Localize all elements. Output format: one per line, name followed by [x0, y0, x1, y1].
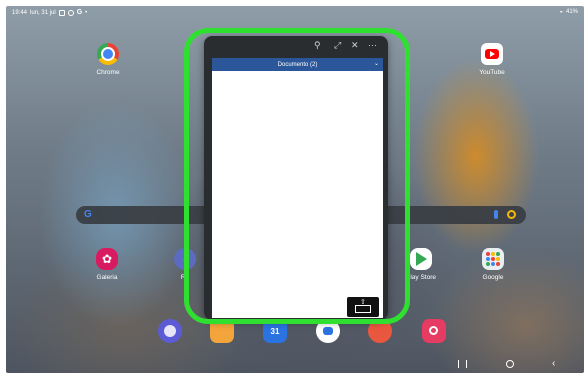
floating-document-window[interactable]: ⚲ ⤢ ✕ ⋯ Documento (2) ⌄ — [204, 36, 388, 320]
app-playstore-label: Play Store — [406, 274, 436, 281]
app-galeria-label: Galeria — [96, 274, 118, 281]
document-title-bar[interactable]: Documento (2) ⌄ — [212, 58, 383, 71]
status-right: ◒ 41% — [559, 9, 578, 15]
keyboard-toggle-button[interactable]: ⇧ — [347, 297, 379, 317]
pin-icon[interactable]: ⚲ — [314, 40, 321, 51]
dock-phone[interactable] — [368, 319, 392, 343]
calendar-day: 31 — [270, 326, 280, 336]
app-playstore[interactable]: Play Store — [399, 248, 443, 281]
close-icon[interactable]: ✕ — [351, 40, 359, 51]
chrome-icon — [97, 43, 119, 65]
dock-chat[interactable] — [316, 319, 340, 343]
playstore-icon — [410, 248, 432, 270]
recents-icon[interactable] — [458, 360, 467, 368]
app-reloj[interactable]: ◔ Re — [163, 248, 207, 281]
navigation-bar: ‹ — [6, 357, 584, 373]
battery-level: 41% — [565, 9, 578, 15]
dock-messages[interactable] — [210, 319, 234, 343]
app-chrome[interactable]: Chrome — [86, 43, 130, 76]
expand-icon[interactable]: ⤢ — [334, 40, 341, 51]
camera-icon — [429, 326, 438, 335]
mic-icon[interactable] — [494, 210, 498, 219]
status-bar: 19:44 lun, 31 jul G • ◒ 41% — [6, 6, 584, 20]
dot-icon: • — [85, 9, 88, 16]
lens-icon[interactable] — [507, 210, 516, 219]
more-icon[interactable]: ⋯ — [368, 40, 377, 51]
popup-toolbar: ⚲ ⤢ ✕ ⋯ — [204, 36, 388, 56]
google-g-icon: G — [84, 209, 92, 220]
app-galeria[interactable]: ✿ Galeria — [85, 248, 129, 281]
galeria-icon: ✿ — [96, 248, 118, 270]
dock-camera[interactable] — [422, 319, 446, 343]
dock-internet[interactable] — [158, 319, 182, 343]
wifi-icon: ◒ — [559, 9, 563, 15]
dock-calendar[interactable]: 31 — [263, 319, 287, 343]
document-page[interactable] — [212, 71, 383, 318]
home-icon[interactable] — [506, 360, 514, 368]
back-icon[interactable]: ‹ — [552, 358, 555, 369]
settings-icon — [67, 9, 74, 16]
app-reloj-label: Re — [180, 274, 190, 281]
status-left: 19:44 lun, 31 jul G • — [12, 9, 87, 16]
chevron-down-icon[interactable]: ⌄ — [374, 60, 379, 67]
document-title: Documento (2) — [277, 61, 318, 68]
app-google-label: Google — [482, 274, 504, 281]
app-chrome-label: Chrome — [96, 69, 120, 76]
internet-icon — [164, 325, 176, 337]
status-date: lun, 31 jul — [30, 9, 56, 16]
google-folder-icon — [482, 248, 504, 270]
app-youtube-label: YouTube — [479, 69, 505, 76]
chat-icon — [323, 327, 333, 335]
app-youtube[interactable]: YouTube — [470, 43, 514, 76]
google-icon: G — [76, 9, 83, 16]
gallery-icon — [58, 9, 65, 16]
app-google-folder[interactable]: Google — [471, 248, 515, 281]
status-time: 19:44 — [12, 9, 28, 16]
keyboard-icon — [355, 305, 371, 313]
youtube-icon — [481, 43, 503, 65]
clock-icon: ◔ — [174, 248, 196, 270]
